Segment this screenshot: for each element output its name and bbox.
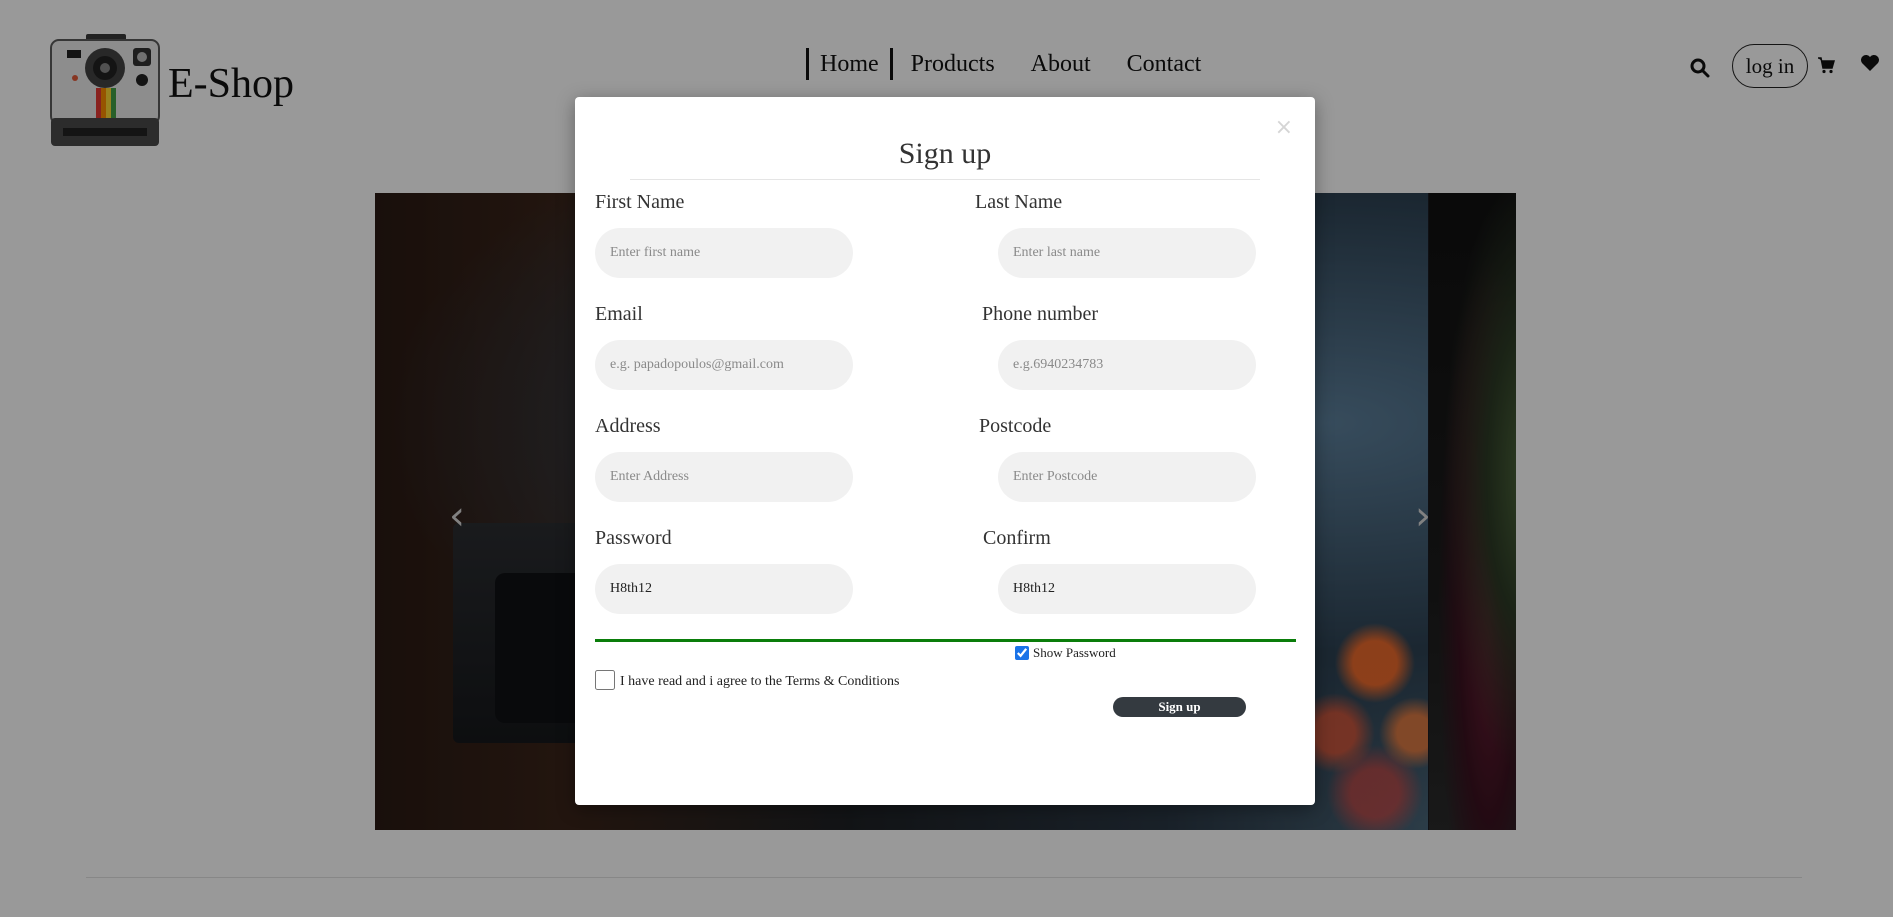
terms-checkbox[interactable] [595,670,615,690]
password-label: Password [595,527,672,549]
last-name-label: Last Name [975,191,1063,213]
email-input[interactable] [595,340,853,390]
terms-label: I have read and i agree to the Terms & C… [620,674,900,689]
first-name-input[interactable] [595,228,853,278]
modal-title: Sign up [898,137,992,170]
show-password-label: Show Password [1033,645,1116,660]
address-input[interactable] [595,452,853,502]
terms-agreement[interactable]: I have read and i agree to the Terms & C… [595,670,899,690]
email-label: Email [595,303,643,325]
first-name-label: First Name [595,191,685,213]
signup-submit-button[interactable]: Sign up [1113,697,1246,717]
postcode-label: Postcode [979,415,1052,437]
title-divider [630,179,1260,180]
phone-input[interactable] [998,340,1256,390]
show-password-toggle[interactable]: Show Password [1015,645,1116,661]
last-name-input[interactable] [998,228,1256,278]
address-label: Address [595,415,661,437]
postcode-input[interactable] [998,452,1256,502]
confirm-password-input[interactable] [998,564,1256,614]
confirm-label: Confirm [983,527,1051,549]
phone-label: Phone number [982,303,1099,325]
password-input[interactable] [595,564,853,614]
show-password-checkbox[interactable] [1015,646,1029,660]
signup-modal: × Sign up First Name Last Name Email Pho… [575,97,1315,805]
password-strength-bar [595,639,1296,642]
